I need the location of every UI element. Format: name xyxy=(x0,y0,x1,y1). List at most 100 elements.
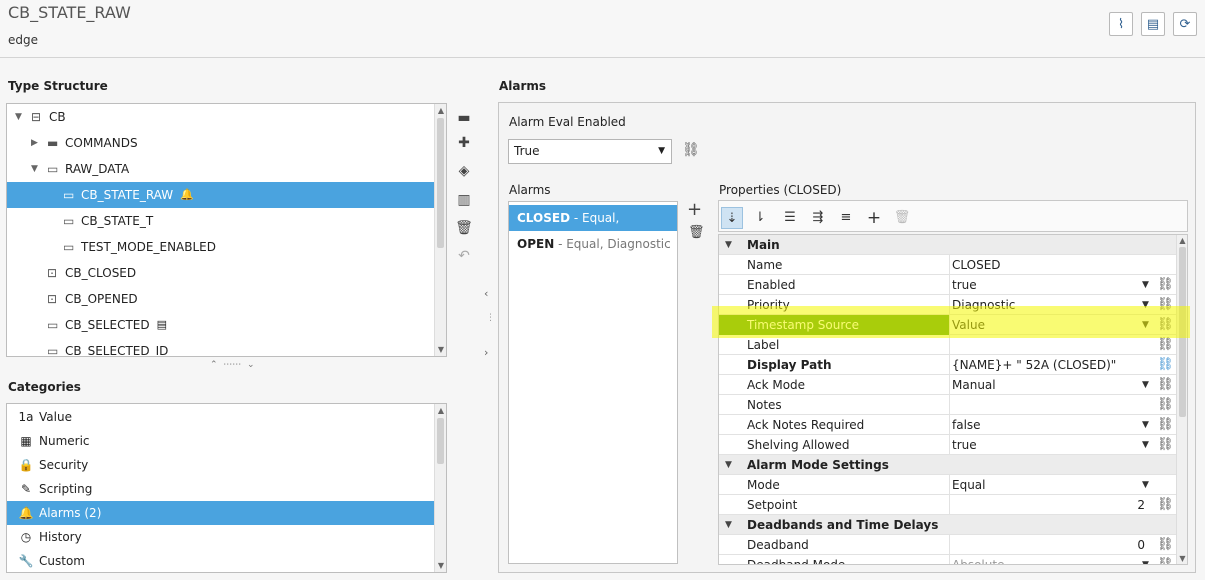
binding-link-icon[interactable]: ⛓ xyxy=(682,142,700,158)
binding-link-icon[interactable]: ⛓ xyxy=(1157,415,1174,435)
property-row[interactable]: Mode Equal ▼ xyxy=(719,475,1177,495)
binding-link-icon[interactable]: ⛓ xyxy=(1157,335,1174,355)
property-row[interactable]: Deadband 0 ⛓ xyxy=(719,535,1177,555)
category-item[interactable]: ✎ Scripting xyxy=(7,477,434,501)
category-item[interactable]: 1a Value xyxy=(7,405,434,429)
property-value[interactable] xyxy=(949,335,1149,355)
delete-icon[interactable]: 🗑 xyxy=(452,220,476,236)
add-tag-icon[interactable]: ✚ xyxy=(452,135,476,151)
delete-property-icon[interactable]: 🗑 xyxy=(891,207,913,229)
scroll-thumb[interactable] xyxy=(1179,247,1186,417)
binding-link-icon[interactable]: ⛓ xyxy=(1157,535,1174,555)
chevron-down-icon[interactable]: ▼ xyxy=(1142,435,1149,455)
expand-all-icon[interactable]: ⇶ xyxy=(807,207,829,229)
scroll-thumb[interactable] xyxy=(437,118,444,248)
property-value[interactable]: {NAME}+ " 52A (CLOSED)" xyxy=(949,355,1149,375)
type-structure-tree[interactable]: ▼ ⊟ CB ▶ ▬ COMMANDS ▼ ▭ RAW_DATA ▭ CB_STATE_RAW 🔔 ▭ C… xyxy=(6,103,447,357)
chevron-down-icon[interactable]: ▼ xyxy=(1142,475,1149,495)
tree-item[interactable]: ▼ ⊟ CB xyxy=(7,104,435,130)
chevron-down-icon[interactable]: ▼ xyxy=(1142,555,1149,564)
property-row[interactable]: Setpoint 2 ⛓ xyxy=(719,495,1177,515)
property-row[interactable]: Priority Diagnostic ▼ ⛓ xyxy=(719,295,1177,315)
scroll-up-arrow[interactable]: ▲ xyxy=(1177,236,1187,245)
property-value[interactable]: Value xyxy=(949,315,1149,335)
chevron-right-icon[interactable]: ▶ xyxy=(31,130,38,156)
category-item[interactable]: ◷ History xyxy=(7,525,434,549)
scroll-down-arrow[interactable]: ▼ xyxy=(435,345,446,354)
property-value[interactable]: CLOSED xyxy=(949,255,1149,275)
property-value[interactable]: false xyxy=(949,415,1149,435)
collapse-left-icon[interactable]: ‹ xyxy=(484,287,488,300)
property-value[interactable]: Diagnostic xyxy=(949,295,1149,315)
binding-link-icon[interactable]: ⛓ xyxy=(1157,435,1174,455)
property-group[interactable]: ▼ Deadbands and Time Delays xyxy=(719,515,1177,535)
category-item[interactable]: 🔔 Alarms (2) xyxy=(7,501,434,525)
columns-icon[interactable]: ▥ xyxy=(452,192,476,208)
property-value[interactable]: true xyxy=(949,435,1149,455)
property-group[interactable]: ▼ Main xyxy=(719,235,1177,255)
binding-link-icon[interactable]: ⛓ xyxy=(1157,375,1174,395)
property-row[interactable]: Display Path {NAME}+ " 52A (CLOSED)" ⛓ xyxy=(719,355,1177,375)
tree-scrollbar[interactable]: ▲ ▼ xyxy=(434,104,446,356)
chevron-down-icon[interactable]: ▼ xyxy=(725,455,732,475)
chevron-down-icon[interactable]: ▼ xyxy=(1142,295,1149,315)
scroll-down-arrow[interactable]: ▼ xyxy=(435,561,446,570)
chevron-down-icon[interactable]: ▼ xyxy=(1142,275,1149,295)
property-value[interactable] xyxy=(949,395,1149,415)
binding-link-icon[interactable]: ⛓ xyxy=(1157,555,1174,564)
binding-link-icon[interactable]: ⛓ xyxy=(1157,495,1174,515)
tree-item[interactable]: ▭ TEST_MODE_ENABLED xyxy=(7,234,435,260)
property-value[interactable]: Absolute xyxy=(949,555,1149,564)
alarms-list[interactable]: CLOSED - Equal, Diagnostic OPEN - Equal, … xyxy=(508,201,678,564)
chevron-down-icon[interactable]: ▼ xyxy=(1142,315,1149,335)
refresh-button[interactable]: ⟳ xyxy=(1173,12,1197,36)
property-value[interactable]: Equal xyxy=(949,475,1149,495)
binding-link-icon[interactable]: ⛓ xyxy=(1157,295,1174,315)
tree-item[interactable]: ▭ CB_STATE_RAW 🔔 xyxy=(7,182,435,208)
undo-icon[interactable]: ↶ xyxy=(452,248,476,264)
folder-icon[interactable]: ▬ xyxy=(452,110,476,126)
sort-category-icon[interactable]: ⇣ xyxy=(721,207,743,229)
category-item[interactable]: ▦ Numeric xyxy=(7,429,434,453)
categories-scrollbar[interactable]: ▲ ▼ xyxy=(434,404,446,572)
sort-alpha-icon[interactable]: ⇂ xyxy=(749,207,771,229)
property-value[interactable]: 2 xyxy=(949,495,1177,515)
property-row[interactable]: Label ⛓ xyxy=(719,335,1177,355)
alarm-list-item[interactable]: CLOSED - Equal, Diagnostic xyxy=(509,205,677,251)
tree-item[interactable]: ▼ ▭ RAW_DATA xyxy=(7,156,435,182)
splitter-handle[interactable]: ⌃ ⋯⋯ ⌄ xyxy=(210,360,255,370)
chevron-down-icon[interactable]: ▼ xyxy=(725,515,732,535)
description-icon[interactable]: ☰ xyxy=(779,207,801,229)
property-value[interactable]: 0 xyxy=(949,535,1177,555)
collapse-right-icon[interactable]: › xyxy=(484,346,488,359)
property-row[interactable]: Timestamp Source Value ▼ ⛓ xyxy=(719,315,1177,335)
property-grid[interactable]: ▼ Main Name CLOSED Enabled true ▼ ⛓ Priority Diag… xyxy=(718,234,1188,565)
chevron-down-icon[interactable]: ▼ xyxy=(725,235,732,255)
chevron-down-icon[interactable]: ▼ xyxy=(15,104,22,130)
scroll-up-arrow[interactable]: ▲ xyxy=(435,406,446,415)
tree-item[interactable]: ▭ CB_STATE_T xyxy=(7,208,435,234)
property-row[interactable]: Ack Mode Manual ▼ ⛓ xyxy=(719,375,1177,395)
category-item[interactable]: 🔧 Custom xyxy=(7,549,434,572)
tree-item[interactable]: ⊡ CB_CLOSED xyxy=(7,260,435,286)
binding-link-icon[interactable]: ⛓ xyxy=(1157,275,1174,295)
tree-item[interactable]: ▭ CB_SELECTED_ID xyxy=(7,338,435,356)
property-row[interactable]: Enabled true ▼ ⛓ xyxy=(719,275,1177,295)
tree-item[interactable]: ⊡ CB_OPENED xyxy=(7,286,435,312)
tag-icon[interactable]: ◈ xyxy=(452,163,476,179)
property-grid-scrollbar[interactable]: ▲ ▼ xyxy=(1176,235,1187,564)
binding-link-icon[interactable]: ⛓ xyxy=(1157,315,1174,335)
binding-link-icon[interactable]: ⛓ xyxy=(1157,355,1174,375)
property-value[interactable]: Manual xyxy=(949,375,1149,395)
tree-item[interactable]: ▭ CB_SELECTED ▤ xyxy=(7,312,435,338)
scroll-up-arrow[interactable]: ▲ xyxy=(435,106,446,115)
delete-alarm-icon[interactable]: 🗑 xyxy=(688,225,705,240)
alarm-list-item[interactable]: OPEN - Equal, Diagnostic xyxy=(509,231,677,257)
add-alarm-icon[interactable]: + xyxy=(687,199,702,220)
binding-link-icon[interactable]: ⛓ xyxy=(1157,395,1174,415)
property-group[interactable]: ▼ Alarm Mode Settings xyxy=(719,455,1177,475)
add-property-icon[interactable]: + xyxy=(863,207,885,229)
collapse-all-icon[interactable]: ≡ xyxy=(835,207,857,229)
property-row[interactable]: Ack Notes Required false ▼ ⛓ xyxy=(719,415,1177,435)
alarm-eval-select[interactable]: True ▼ xyxy=(508,139,672,164)
